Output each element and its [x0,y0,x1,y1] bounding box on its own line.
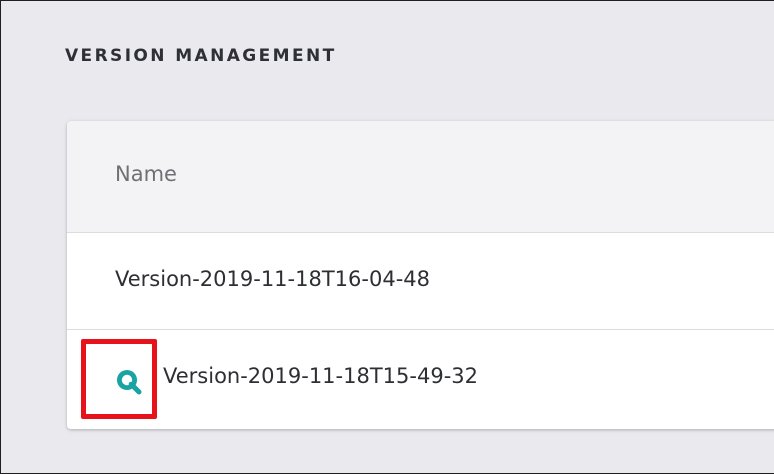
table-row[interactable]: Version-2019-11-18T16-04-48 [67,233,774,330]
column-header-name[interactable]: Name [115,162,177,186]
version-name[interactable]: Version-2019-11-18T15-49-32 [163,364,478,388]
section-title: VERSION MANAGEMENT [65,46,337,66]
table-row[interactable]: Version-2019-11-18T15-49-32 [67,330,774,429]
magnifier-search-icon[interactable] [113,366,143,396]
version-management-panel: VERSION MANAGEMENT Name Version-2019-11-… [0,0,774,474]
versions-table-card: Name Version-2019-11-18T16-04-48 Version… [67,121,774,429]
version-name[interactable]: Version-2019-11-18T16-04-48 [115,267,430,291]
table-header: Name [67,121,774,233]
